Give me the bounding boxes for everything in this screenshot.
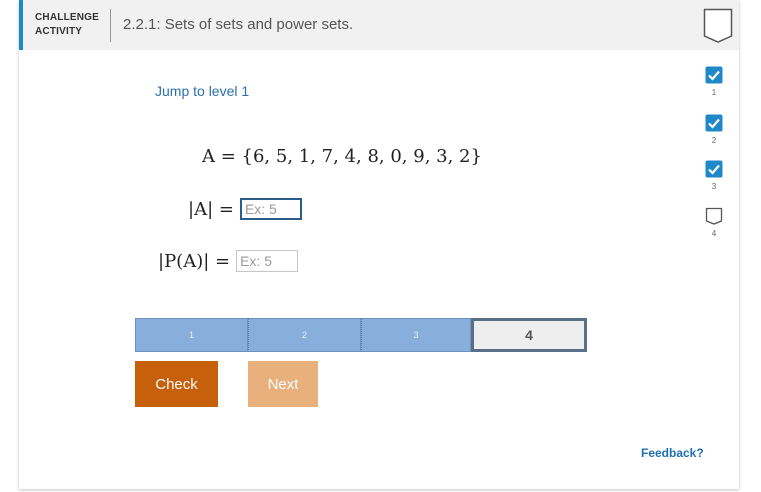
question-cardinality-label: |A| =: [188, 198, 234, 220]
level-number-1: 1: [711, 88, 717, 97]
level-indicator-1[interactable]: 1: [705, 66, 723, 97]
level-indicator-4[interactable]: 4: [705, 207, 723, 238]
cardinality-answer-input[interactable]: [239, 198, 302, 220]
level-progress-bar: 1 2 3 4: [135, 318, 587, 352]
progress-segment-4[interactable]: 4: [471, 318, 587, 352]
checkbox-checked-icon: [705, 114, 723, 132]
feedback-link[interactable]: Feedback?: [641, 446, 704, 460]
activity-title: 2.2.1: Sets of sets and power sets.: [123, 16, 354, 33]
progress-segment-2[interactable]: 2: [248, 318, 361, 352]
checkbox-checked-icon: [705, 66, 723, 84]
header-divider: [110, 9, 111, 42]
challenge-activity-card: CHALLENGE ACTIVITY 2.2.1: Sets of sets a…: [19, 0, 739, 489]
check-button[interactable]: Check: [135, 361, 218, 407]
activity-type-line2: ACTIVITY: [35, 26, 83, 37]
level-indicator-2[interactable]: 2: [705, 114, 723, 145]
jump-to-level-link[interactable]: Jump to level 1: [155, 83, 249, 99]
level-number-4: 4: [711, 229, 717, 238]
checkbox-empty-icon: [705, 207, 723, 225]
activity-header: CHALLENGE ACTIVITY 2.2.1: Sets of sets a…: [19, 0, 739, 50]
question-power-set-label: |P(A)| =: [158, 250, 231, 272]
level-indicator-3[interactable]: 3: [705, 160, 723, 191]
bookmark-icon[interactable]: [703, 8, 733, 44]
set-definition: A = {6, 5, 1, 7, 4, 8, 0, 9, 3, 2}: [202, 146, 482, 167]
progress-segment-3[interactable]: 3: [361, 318, 471, 352]
level-number-3: 3: [711, 182, 717, 191]
question-power-set-row: |P(A)| =: [158, 250, 299, 272]
level-number-2: 2: [711, 136, 717, 145]
progress-segment-1[interactable]: 1: [135, 318, 248, 352]
next-button[interactable]: Next: [248, 361, 318, 407]
question-cardinality-row: |A| =: [188, 198, 302, 220]
power-set-answer-input[interactable]: [236, 250, 299, 272]
activity-type-label: CHALLENGE ACTIVITY: [35, 11, 99, 39]
checkbox-checked-icon: [705, 160, 723, 178]
activity-type-line1: CHALLENGE: [35, 12, 100, 23]
